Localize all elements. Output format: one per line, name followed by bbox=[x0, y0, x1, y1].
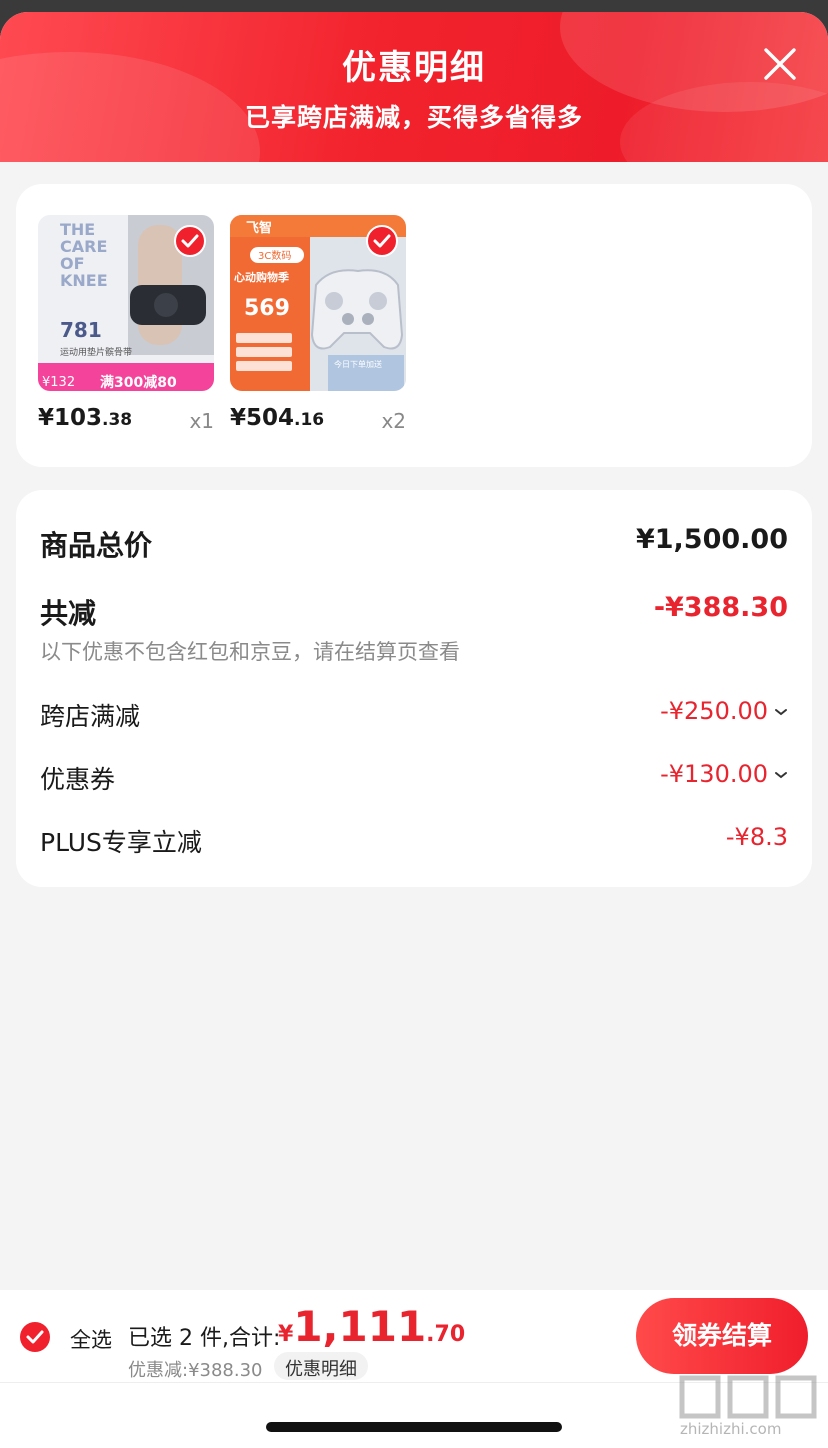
discount-note: 以下优惠不包含红包和京豆，请在结算页查看 bbox=[40, 640, 460, 664]
product-quantity: x1 bbox=[189, 409, 214, 433]
product-checkbox[interactable] bbox=[174, 225, 206, 257]
selected-count-text: 已选 2 件,合计: bbox=[128, 1326, 281, 1351]
product-item-game-controller[interactable]: 飞智 3C数码 心动购物季 569 今日下单加送 ¥504.16 x2 bbox=[230, 215, 406, 433]
price-integer: ¥103 bbox=[38, 405, 103, 431]
total-integer: 1,111 bbox=[293, 1302, 427, 1351]
home-indicator[interactable] bbox=[266, 1422, 562, 1432]
sheet-header: 优惠明细 已享跨店满减，买得多省得多 bbox=[0, 12, 828, 162]
check-icon bbox=[181, 234, 199, 248]
watermark-text: zhizhizhi.com bbox=[680, 1420, 782, 1438]
discount-item-label: 优惠券 bbox=[40, 765, 116, 794]
image-text: ¥132 bbox=[42, 375, 75, 390]
discount-amount: -¥250.00 bbox=[660, 697, 768, 725]
image-text: 满300减80 bbox=[100, 374, 177, 391]
product-image[interactable]: 飞智 3C数码 心动购物季 569 今日下单加送 bbox=[230, 215, 406, 391]
close-icon[interactable] bbox=[760, 44, 800, 84]
product-price: ¥504.16 bbox=[230, 405, 324, 431]
product-image[interactable]: THE CARE OF KNEE 781 运动用垫片髌骨带 ¥132 满300减… bbox=[38, 215, 214, 391]
sheet-title: 优惠明细 bbox=[342, 48, 486, 88]
total-discount-label: 共减 bbox=[40, 597, 97, 630]
price-summary-card: 商品总价 ¥1,500.00 共减 -¥388.30 以下优惠不包含红包和京豆，… bbox=[16, 490, 812, 887]
image-text: 569 bbox=[244, 296, 290, 321]
total-price-row: 商品总价 ¥1,500.00 bbox=[40, 524, 788, 568]
check-icon bbox=[373, 234, 391, 248]
checkout-bar: 全选 已选 2 件,合计: ¥1,111.70 优惠减:¥388.30 优惠明细… bbox=[0, 1290, 828, 1448]
discount-item-value: -¥250.00 bbox=[660, 697, 788, 725]
discount-item-value: -¥8.3 bbox=[725, 823, 788, 851]
product-item-knee-support[interactable]: THE CARE OF KNEE 781 运动用垫片髌骨带 ¥132 满300减… bbox=[38, 215, 214, 433]
total-price-value: ¥1,500.00 bbox=[635, 524, 788, 555]
discount-amount: -¥130.00 bbox=[660, 760, 768, 788]
image-text: KNEE bbox=[60, 271, 108, 290]
sheet-subtitle: 已享跨店满减，买得多省得多 bbox=[244, 103, 583, 132]
image-text: 心动购物季 bbox=[234, 270, 290, 284]
product-quantity: x2 bbox=[381, 409, 406, 433]
currency-symbol: ¥ bbox=[278, 1322, 294, 1347]
chevron-down-icon[interactable] bbox=[774, 707, 788, 717]
price-decimal: .38 bbox=[102, 410, 133, 430]
discount-item-label: 跨店满减 bbox=[40, 702, 141, 731]
total-discount-row: 共减 -¥388.30 bbox=[40, 592, 788, 636]
saved-amount: 优惠减:¥388.30 bbox=[128, 1360, 263, 1381]
select-all-label[interactable]: 全选 bbox=[70, 1324, 112, 1354]
discount-item-label: PLUS专享立减 bbox=[40, 828, 202, 857]
watermark-logo bbox=[679, 1375, 817, 1419]
product-list-card: THE CARE OF KNEE 781 运动用垫片髌骨带 ¥132 满300减… bbox=[16, 184, 812, 467]
image-text: 781 bbox=[60, 318, 102, 342]
discount-item-cross-store[interactable]: 跨店满减 -¥250.00 bbox=[40, 697, 788, 741]
total-discount-value: -¥388.30 bbox=[653, 592, 788, 623]
price-decimal: .16 bbox=[294, 410, 325, 430]
watermark: zhizhizhi.com bbox=[676, 1372, 826, 1442]
total-price-label: 商品总价 bbox=[40, 529, 153, 562]
product-checkbox[interactable] bbox=[366, 225, 398, 257]
product-price: ¥103.38 bbox=[38, 405, 132, 431]
price-integer: ¥504 bbox=[230, 405, 295, 431]
discount-item-coupon[interactable]: 优惠券 -¥130.00 bbox=[40, 760, 788, 804]
grand-total: ¥1,111.70 bbox=[278, 1302, 465, 1351]
discount-item-plus: PLUS专享立减 -¥8.3 bbox=[40, 823, 788, 867]
discount-item-value: -¥130.00 bbox=[660, 760, 788, 788]
select-all-checkbox[interactable] bbox=[20, 1322, 50, 1352]
total-decimal: .70 bbox=[426, 1322, 466, 1347]
discount-detail-button[interactable]: 优惠明细 bbox=[274, 1352, 368, 1380]
image-text: 今日下单加送 bbox=[334, 359, 382, 369]
check-icon bbox=[26, 1330, 44, 1344]
image-text: 运动用垫片髌骨带 bbox=[60, 346, 132, 358]
image-text: 飞智 bbox=[246, 220, 272, 236]
chevron-down-icon[interactable] bbox=[774, 770, 788, 780]
checkout-button[interactable]: 领券结算 bbox=[636, 1298, 808, 1374]
discount-detail-sheet: 优惠明细 已享跨店满减，买得多省得多 THE CARE OF KNEE 781 bbox=[0, 12, 828, 1448]
image-text: 3C数码 bbox=[258, 249, 291, 262]
